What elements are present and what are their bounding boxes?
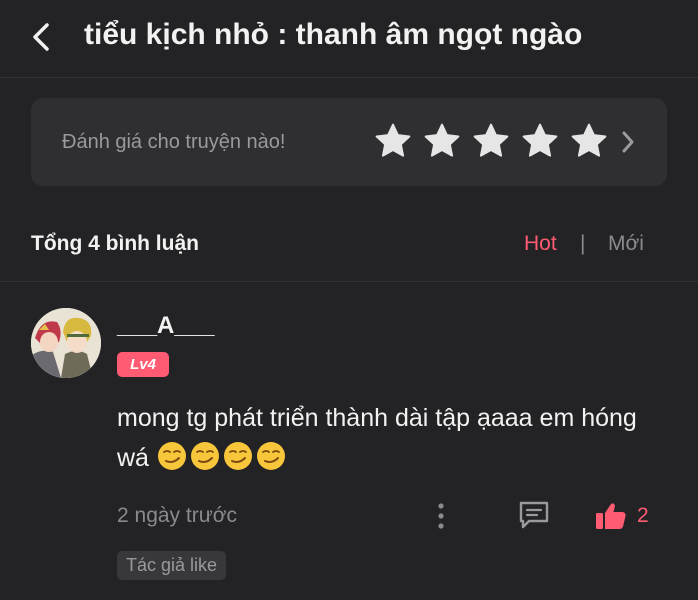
sort-hot-tab[interactable]: Hot: [524, 232, 557, 256]
star-icon[interactable]: [569, 121, 609, 161]
smirk-face-icon: [223, 442, 252, 470]
star-icon[interactable]: [373, 121, 413, 161]
page-title: tiểu kịch nhỏ : thanh âm ngọt ngào: [84, 18, 583, 51]
comment-timestamp: 2 ngày trước: [117, 504, 238, 527]
author-liked-tag: Tác giả like: [117, 551, 227, 580]
smirk-face-icon: [256, 442, 285, 470]
back-button[interactable]: [28, 20, 58, 54]
app-header: tiểu kịch nhỏ : thanh âm ngọt ngào: [0, 0, 698, 78]
rating-card[interactable]: Đánh giá cho truyện nào!: [31, 98, 667, 186]
more-options-icon[interactable]: [430, 500, 452, 532]
like-button[interactable]: 2: [595, 500, 649, 532]
thumbs-up-icon: [596, 503, 626, 529]
smirk-face-icon: [190, 442, 219, 470]
avatar-illustration: [31, 308, 101, 378]
comment-count: Tổng 4 bình luận: [31, 232, 199, 255]
sort-separator: |: [580, 232, 586, 255]
star-icon[interactable]: [422, 121, 462, 161]
comment-text: mong tg phát triển thành dài tập ạaaa em…: [117, 398, 657, 478]
reply-icon[interactable]: [517, 499, 551, 531]
comments-summary: Tổng 4 bình luận Hot | Mới: [0, 210, 698, 282]
level-badge: Lv4: [117, 352, 169, 377]
star-icon[interactable]: [471, 121, 511, 161]
star-icon[interactable]: [520, 121, 560, 161]
like-count: 2: [637, 504, 649, 527]
smirk-face-icon: [157, 442, 186, 470]
chevron-right-icon: [622, 131, 634, 153]
rating-stars[interactable]: [373, 121, 609, 161]
sort-new-tab[interactable]: Mới: [608, 232, 644, 256]
rating-prompt: Đánh giá cho truyện nào!: [62, 131, 286, 153]
avatar[interactable]: [31, 308, 101, 378]
username[interactable]: ___A___: [117, 312, 214, 340]
